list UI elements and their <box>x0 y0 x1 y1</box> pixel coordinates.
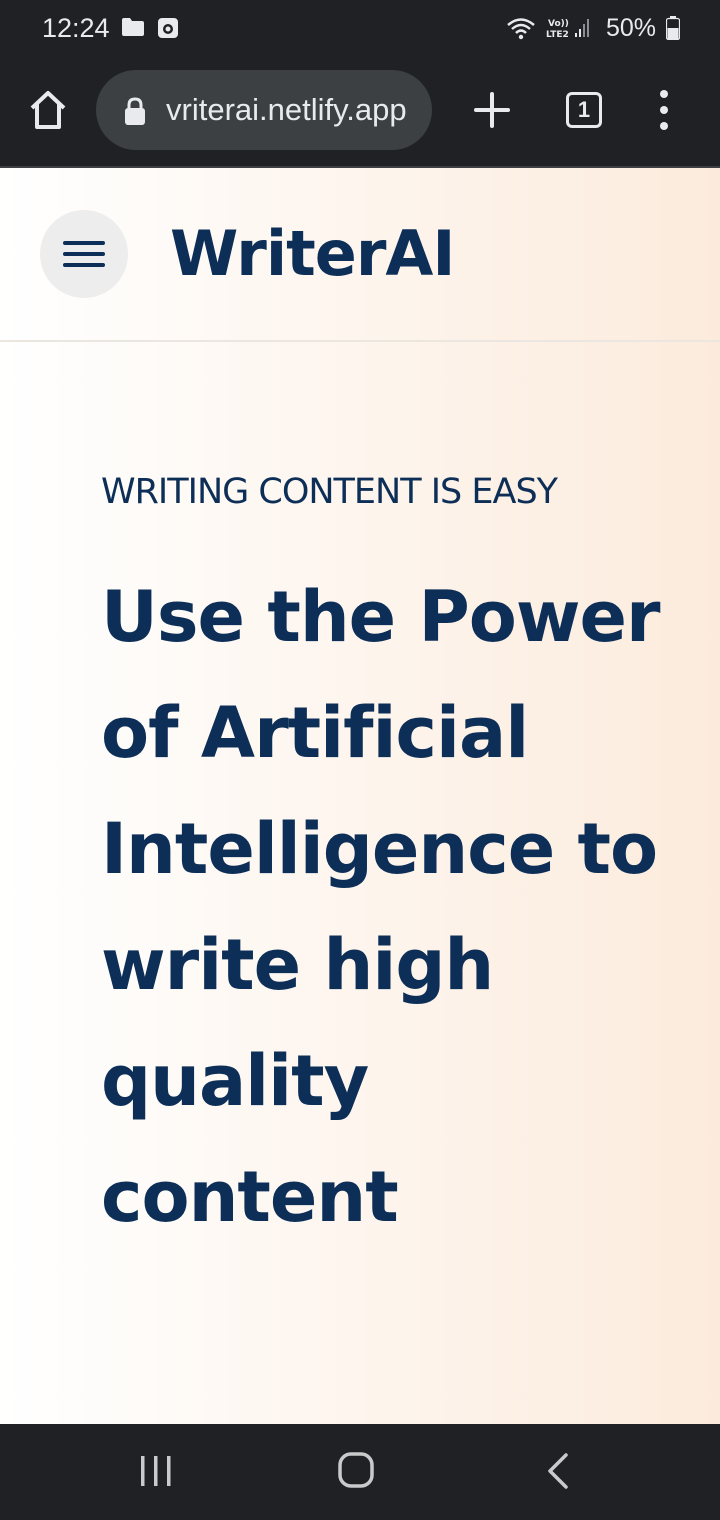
menu-line <box>63 263 105 267</box>
tabs-icon[interactable]: 1 <box>566 92 602 128</box>
address-bar[interactable]: vriterai.netlify.app <box>96 70 432 150</box>
status-bar: 12:24 Vo)) LTE2 50% <box>0 0 720 56</box>
folder-icon <box>122 18 144 36</box>
browser-toolbar: vriterai.netlify.app 1 <box>0 56 720 166</box>
svg-text:LTE2: LTE2 <box>546 30 569 40</box>
site-brand[interactable]: WriterAI <box>170 218 455 290</box>
battery-icon <box>666 16 680 40</box>
status-right: Vo)) LTE2 50% <box>506 12 680 44</box>
hamburger-menu-button[interactable] <box>40 210 128 298</box>
wifi-icon <box>507 18 535 40</box>
tab-count: 1 <box>577 97 591 122</box>
hero-headline: Use the Power of Artificial Intelligence… <box>101 576 661 1238</box>
menu-line <box>63 252 105 256</box>
system-nav-bar <box>0 1424 720 1520</box>
camera-app-icon <box>158 18 178 38</box>
status-left-icons <box>121 17 179 39</box>
svg-text:Vo)): Vo)) <box>548 19 569 29</box>
signal-icon: Vo)) LTE2 <box>546 19 589 40</box>
battery-percent: 50% <box>605 14 656 42</box>
home-icon[interactable] <box>24 86 72 134</box>
status-time: 12:24 <box>42 13 110 43</box>
web-page: WriterAI WRITING CONTENT IS EASY Use the… <box>0 168 720 1424</box>
home-circle-icon[interactable] <box>338 1452 374 1488</box>
recents-icon[interactable] <box>138 1454 174 1488</box>
menu-line <box>63 241 105 245</box>
plus-icon[interactable] <box>470 88 514 132</box>
hero-eyebrow: WRITING CONTENT IS EASY <box>101 472 558 512</box>
url-text: vriterai.netlify.app <box>166 92 407 127</box>
lock-icon <box>125 97 145 125</box>
more-vert-icon[interactable] <box>652 86 676 134</box>
back-icon[interactable] <box>544 1452 572 1490</box>
site-header: WriterAI <box>0 168 720 342</box>
